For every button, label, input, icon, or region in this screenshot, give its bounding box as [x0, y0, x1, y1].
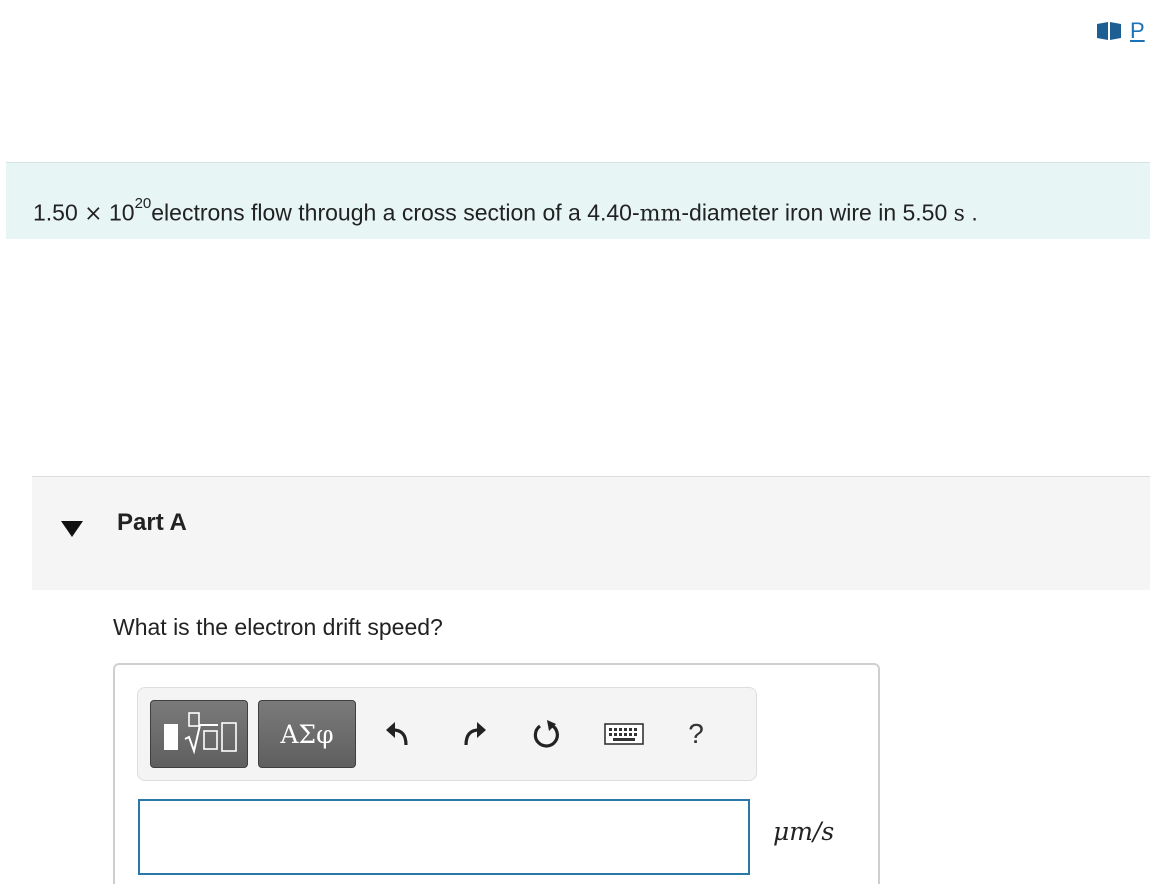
keyboard-button[interactable]: [602, 716, 646, 752]
undo-button[interactable]: [380, 716, 416, 752]
templates-button[interactable]: [150, 700, 248, 768]
part-a-header[interactable]: Part A: [32, 476, 1150, 590]
resource-link-text[interactable]: P: [1130, 18, 1145, 44]
reset-icon: [533, 720, 559, 748]
question-text: What is the electron drift speed?: [113, 614, 443, 640]
keyboard-icon: [604, 723, 644, 745]
reset-button[interactable]: [528, 716, 564, 752]
caret-down-icon[interactable]: [60, 519, 84, 539]
part-title: Part A: [117, 509, 187, 536]
book-icon: [1097, 22, 1121, 40]
undo-icon: [386, 722, 408, 746]
redo-button[interactable]: [456, 716, 492, 752]
help-button[interactable]: ?: [678, 716, 714, 752]
resource-link[interactable]: P: [1096, 18, 1145, 44]
answer-input[interactable]: [138, 799, 750, 875]
page: P 1.50 × 1020electrons flow through a cr…: [0, 0, 1150, 884]
redo-icon: [464, 722, 486, 746]
answer-box: ΑΣφ ? μm/s: [113, 663, 880, 884]
help-icon: ?: [688, 718, 704, 749]
units-label: μm/s: [773, 817, 835, 846]
symbols-label: ΑΣφ: [280, 719, 334, 749]
problem-statement: 1.50 × 1020electrons flow through a cros…: [6, 162, 1150, 239]
templates-icon: [164, 712, 237, 755]
symbols-button[interactable]: ΑΣφ: [258, 700, 356, 768]
math-toolbar: ΑΣφ ?: [137, 687, 757, 781]
problem-text: 1.50 × 1020electrons flow through a cros…: [33, 195, 978, 227]
